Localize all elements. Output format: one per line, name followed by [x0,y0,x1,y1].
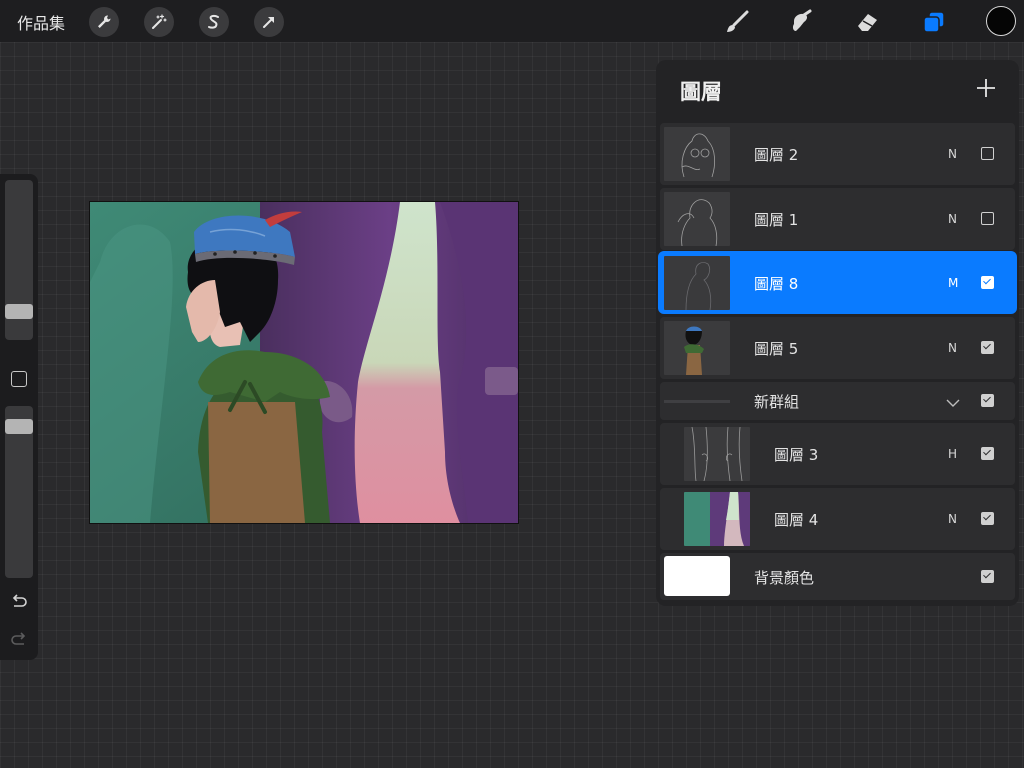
layer-name: 圖層 3 [774,446,819,464]
wrench-icon[interactable] [89,7,119,37]
group-line [664,400,730,403]
group-name: 新群組 [754,393,800,411]
redo-arrow-icon[interactable] [10,632,28,652]
chevron-down-icon[interactable] [945,394,961,413]
layer-row[interactable]: 圖層 2 N [660,123,1015,185]
brush-size-handle[interactable] [5,304,33,319]
layer-thumbnail [664,192,730,246]
visibility-checkbox[interactable] [981,570,994,583]
opacity-handle[interactable] [5,419,33,434]
artwork-painting [90,202,518,523]
background-swatch[interactable] [664,556,730,596]
blend-mode-label[interactable]: N [948,512,957,526]
top-toolbar: 作品集 [0,0,1024,42]
layer-thumbnail [664,256,730,310]
layer-name: 圖層 5 [754,340,799,358]
blend-mode-label[interactable]: N [948,212,957,226]
panel-title: 圖層 [680,80,722,104]
visibility-checkbox[interactable] [981,276,994,289]
blend-mode-label[interactable]: H [948,447,957,461]
visibility-checkbox[interactable] [981,341,994,354]
selection-s-icon[interactable] [199,7,229,37]
blend-mode-label[interactable]: M [948,276,958,290]
transform-arrow-icon[interactable] [254,7,284,37]
visibility-checkbox[interactable] [981,512,994,525]
brush-icon[interactable] [722,7,752,37]
layer-thumbnail [684,492,750,546]
layer-thumbnail [664,321,730,375]
undo-arrow-icon[interactable] [10,594,28,614]
layer-name: 背景顏色 [754,569,815,587]
blend-mode-label[interactable]: N [948,341,957,355]
color-picker-button[interactable] [986,6,1016,36]
layer-group-row[interactable]: 新群組 [660,382,1015,420]
group-layer-row[interactable]: 圖層 3 H [660,423,1015,485]
visibility-checkbox[interactable] [981,147,994,160]
eraser-icon[interactable] [852,7,882,37]
artwork-canvas[interactable] [89,201,519,524]
layer-name: 圖層 1 [754,211,799,229]
layer-thumbnail [664,127,730,181]
layers-icon[interactable] [919,7,949,37]
visibility-checkbox[interactable] [981,394,994,407]
layer-name: 圖層 8 [754,275,799,293]
blend-mode-label[interactable]: N [948,147,957,161]
group-layer-row[interactable]: 圖層 4 N [660,488,1015,550]
modify-button[interactable] [11,371,27,387]
layer-thumbnail [684,427,750,481]
gallery-button[interactable]: 作品集 [17,10,65,34]
layer-row[interactable]: 圖層 5 N [660,317,1015,379]
layer-row-active[interactable]: 圖層 8 M [658,251,1017,314]
background-color-row[interactable]: 背景顏色 [660,553,1015,600]
visibility-checkbox[interactable] [981,212,994,225]
visibility-checkbox[interactable] [981,447,994,460]
left-sidebar [0,174,38,660]
plus-icon[interactable] [974,76,998,100]
layer-name: 圖層 2 [754,146,799,164]
layer-name: 圖層 4 [774,511,819,529]
layer-row[interactable]: 圖層 1 N [660,188,1015,250]
magic-wand-icon[interactable] [144,7,174,37]
layers-panel: 圖層 圖層 2 N 圖層 1 N 圖層 8 M 圖層 5 N 新群組 圖層 3 … [656,60,1019,606]
smudge-icon[interactable] [786,7,816,37]
